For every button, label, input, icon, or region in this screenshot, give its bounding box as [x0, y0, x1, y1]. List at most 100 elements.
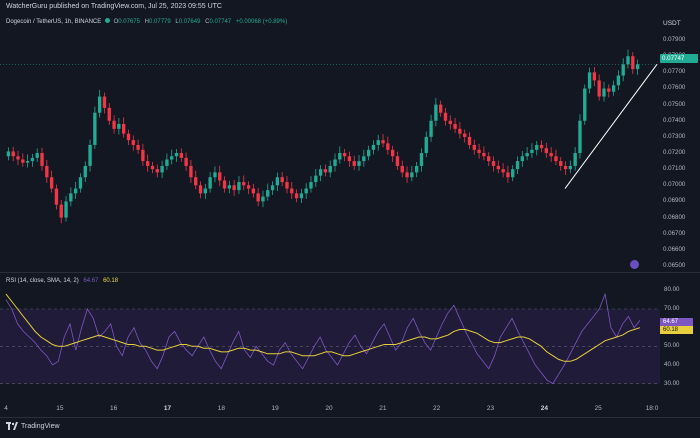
price-tick: 0.06900	[663, 197, 686, 205]
candle-body	[323, 169, 328, 173]
rsi-value-tag: 64.67	[660, 318, 693, 326]
candle-body	[155, 169, 159, 173]
candle-body	[602, 88, 606, 97]
candle-body	[88, 144, 92, 166]
candle-body	[203, 188, 208, 194]
price-axis[interactable]: 0.079000.078000.077000.076000.075000.074…	[660, 14, 700, 272]
candle-body	[280, 177, 284, 183]
candle-body	[631, 56, 635, 70]
candle-body	[390, 149, 395, 157]
candle-body	[438, 104, 443, 113]
candle-body	[467, 136, 472, 145]
price-tick: 0.07700	[663, 68, 686, 76]
candle-body	[314, 175, 318, 183]
price-tick: 0.07200	[663, 149, 686, 157]
candle-body	[21, 159, 25, 163]
price-tick: 0.07600	[663, 84, 686, 92]
rsi-tick: 70.00	[664, 305, 680, 312]
time-tick: 18	[217, 405, 225, 412]
footer	[0, 417, 700, 438]
candle-body	[626, 56, 630, 65]
candle-body	[117, 123, 121, 129]
candle-body	[121, 123, 126, 134]
candle-body	[179, 153, 183, 158]
price-tick: 0.07100	[663, 165, 686, 173]
candle-body	[597, 80, 601, 97]
candle-body	[165, 159, 169, 166]
candle-body	[261, 196, 265, 202]
candle-body	[477, 149, 481, 154]
rsi-tick: 80.00	[664, 286, 680, 294]
price-tick: 0.07500	[663, 100, 686, 108]
candle-body	[371, 144, 376, 150]
candle-body	[592, 72, 597, 81]
candle-body	[347, 156, 352, 162]
candle-body	[424, 136, 428, 154]
candle-body	[535, 144, 539, 150]
candle-body	[554, 156, 558, 162]
candle-body	[487, 156, 491, 162]
candle-body	[328, 165, 332, 173]
candle-body	[342, 153, 347, 157]
tradingview-logo-icon	[6, 422, 18, 430]
rsi-axis[interactable]: 80.0070.0060.0050.0040.0030.00	[660, 273, 700, 401]
rsi-sma-tag: 60.18	[660, 326, 693, 334]
time-tick: 20	[325, 405, 333, 412]
time-tick: 4	[4, 405, 8, 412]
candle-body	[97, 96, 102, 113]
candle-body	[621, 64, 625, 76]
time-tick: 24	[540, 405, 548, 412]
candle-body	[607, 88, 611, 92]
time-tick: 22	[433, 405, 441, 412]
rsi-legend: RSI (14, close, SMA, 14, 2) 64.67 60.18	[6, 278, 118, 284]
publisher-bar: WatcherGuru published on TradingView.com…	[0, 0, 700, 14]
rsi-tick: 30.00	[664, 379, 680, 387]
time-tick: 23	[486, 405, 495, 412]
candle-body	[227, 185, 232, 189]
candle-body	[563, 165, 568, 170]
candle-body	[419, 153, 424, 166]
candle-body	[453, 123, 457, 129]
rsi-label[interactable]: RSI (14, close, SMA, 14, 2)	[6, 278, 79, 284]
candle-body	[376, 140, 380, 145]
candle-body	[170, 156, 174, 160]
eye-icon[interactable]	[630, 260, 639, 269]
candle-body	[189, 165, 193, 178]
candle-body	[616, 75, 621, 86]
candle-body	[381, 140, 385, 144]
price-chart[interactable]	[0, 14, 660, 272]
candle-body	[463, 133, 467, 137]
candle-body	[395, 156, 400, 166]
candle-body	[304, 188, 308, 194]
rsi-chart[interactable]	[0, 273, 660, 401]
price-tick: 0.06800	[663, 213, 686, 221]
candle-body	[246, 185, 251, 189]
candle-body	[78, 177, 83, 189]
time-tick: 18:0	[645, 405, 659, 412]
candle-body	[73, 188, 78, 194]
tradingview-logo[interactable]: TradingView	[6, 422, 60, 430]
candle-body	[530, 149, 534, 154]
candle-body	[126, 133, 131, 141]
candle-body	[30, 157, 35, 162]
currency-label[interactable]: USDT	[663, 20, 681, 27]
candle-body	[208, 177, 212, 189]
candle-body	[309, 182, 313, 189]
candle-body	[69, 193, 73, 202]
candle-body	[285, 182, 289, 189]
candle-body	[515, 161, 520, 170]
candle-body	[472, 144, 476, 150]
candle-body	[318, 169, 323, 176]
candle-body	[611, 85, 616, 92]
candle-body	[40, 153, 44, 166]
current-price-tag: 0.07747	[660, 54, 698, 63]
candle-body	[174, 153, 179, 157]
candle-body	[544, 148, 549, 154]
candle-body	[366, 149, 371, 157]
time-axis[interactable]: 4 15 16 17 18 19 20 21 22 23 24 25 18:0	[0, 401, 660, 417]
candle-body	[160, 165, 164, 173]
candle-body	[525, 153, 529, 157]
candle-body	[578, 120, 582, 154]
candle-body	[448, 120, 452, 124]
candle-body	[136, 144, 140, 150]
